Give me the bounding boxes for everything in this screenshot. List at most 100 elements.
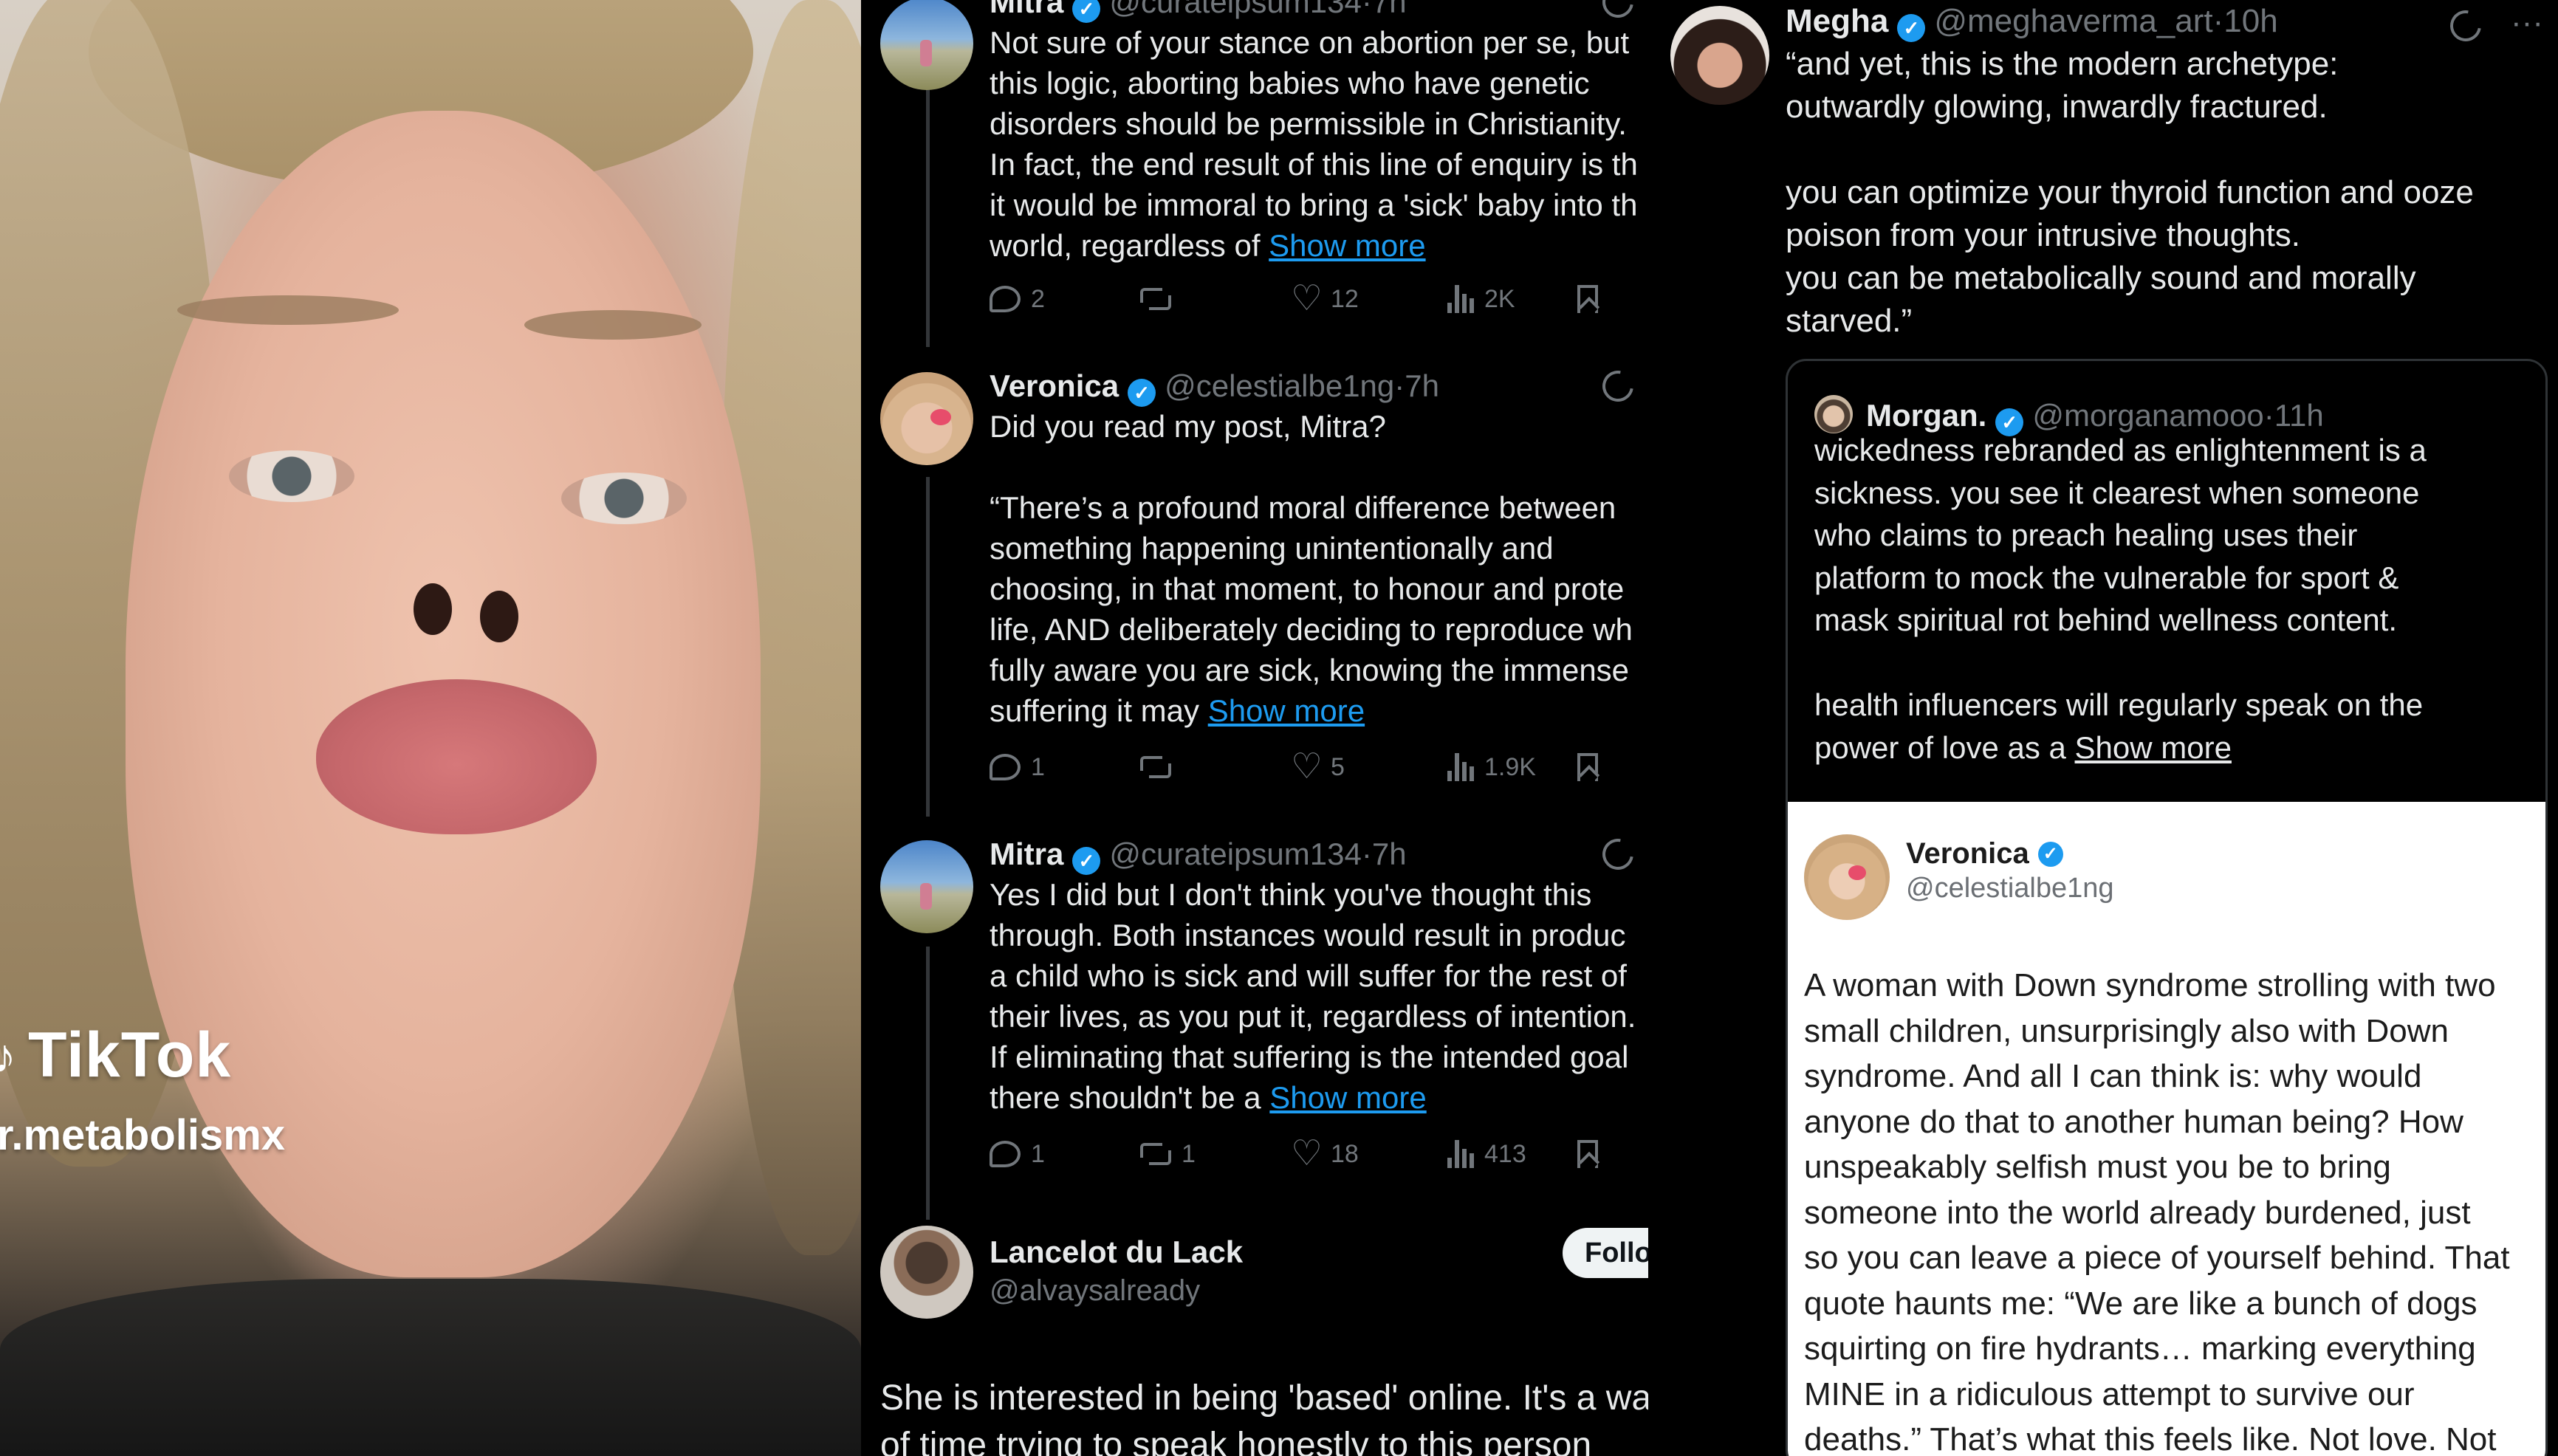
eyebrow (524, 310, 702, 340)
thread-connector (926, 947, 930, 1220)
author-name[interactable]: Mitra (990, 0, 1063, 22)
bookmark-icon (1577, 753, 1598, 781)
avatar[interactable] (880, 1226, 973, 1319)
reply-thread: Mitra ✓ @curateipsum134 · 7h Not sure of… (861, 0, 1648, 1456)
reply-icon (990, 1141, 1021, 1167)
verified-icon: ✓ (1897, 14, 1926, 42)
show-more-link[interactable]: Show more (1269, 1080, 1426, 1115)
like-button[interactable]: ♡ 18 (1291, 1136, 1359, 1172)
like-icon: ♡ (1291, 747, 1323, 786)
nose (480, 591, 518, 642)
thread-connector (926, 477, 930, 817)
tweet-text: Not sure of your stance on abortion per … (990, 25, 1638, 263)
repost-icon (1140, 288, 1171, 310)
reply-button[interactable]: 2 (990, 285, 1045, 314)
tweet-actions: 1 ♡ 5 1.9K (990, 749, 1648, 786)
tiktok-username: r.metabolismx (0, 1111, 286, 1159)
eye (229, 450, 354, 502)
view-count: 1.9K (1484, 752, 1536, 781)
avatar[interactable] (1670, 6, 1769, 105)
views-button[interactable]: 2K (1447, 285, 1515, 314)
timestamp[interactable]: 7h (1372, 834, 1407, 874)
eyebrow (177, 295, 399, 325)
embedded-screenshot: Veronica ✓ @celestialbe1ng A woman with … (1788, 802, 2545, 1456)
author-name[interactable]: Megha (1786, 0, 1888, 43)
author-name[interactable]: Lancelot du Lack (990, 1233, 1243, 1271)
quoted-tweet[interactable]: Morgan. ✓ @morganamooo · 11h wickedness … (1786, 359, 2548, 1456)
views-button[interactable]: 413 (1447, 1140, 1526, 1169)
shirt (0, 1279, 861, 1456)
author-handle[interactable]: @meghaverma_art (1934, 0, 2212, 43)
verified-icon: ✓ (2037, 841, 2063, 867)
verified-icon: ✓ (1072, 847, 1101, 875)
author-name[interactable]: Mitra (990, 834, 1063, 874)
tweet-header: Megha ✓ @meghaverma_art · 10h (1786, 0, 2278, 43)
lips (316, 679, 597, 834)
more-icon[interactable]: ··· (2511, 4, 2543, 41)
show-more-link[interactable]: Show more (1269, 228, 1425, 263)
eye (561, 473, 687, 524)
bookmark-button[interactable] (1577, 753, 1598, 781)
bookmark-button[interactable] (1577, 285, 1598, 313)
show-more-link[interactable]: Show more (1208, 693, 1365, 728)
author-name-text: Veronica (1906, 837, 2029, 870)
dot-separator: · (1394, 368, 1405, 403)
repost-button[interactable]: 1 (1140, 1140, 1196, 1169)
like-button[interactable]: ♡ 12 (1291, 279, 1359, 318)
show-more-link[interactable]: Show more (2075, 730, 2232, 765)
bookmark-icon (1577, 1140, 1598, 1168)
reply-button[interactable]: 1 (990, 1140, 1045, 1169)
reply-count: 2 (1031, 284, 1045, 313)
author-handle: @celestialbe1ng (1906, 873, 2114, 904)
dot-separator: · (1361, 0, 1372, 19)
like-count: 18 (1331, 1139, 1359, 1168)
repost-button[interactable] (1140, 756, 1182, 778)
reply-icon (990, 754, 1021, 780)
author-handle[interactable]: @alvaysalready (990, 1271, 1243, 1310)
user-card[interactable]: Lancelot du Lack @alvaysalready (990, 1233, 1243, 1310)
tiktok-video-frame: ♪ TikTok r.metabolismx (0, 0, 861, 1456)
tiktok-logo-icon: ♪ (0, 1029, 16, 1082)
like-button[interactable]: ♡ 5 (1291, 747, 1345, 786)
tiktok-watermark: ♪ TikTok (0, 1019, 231, 1092)
like-count: 12 (1331, 284, 1359, 313)
bookmark-button[interactable] (1577, 1140, 1598, 1168)
dot-separator: · (2212, 3, 2224, 39)
quote-tweet-view: Megha ✓ @meghaverma_art · 10h ··· “and y… (1648, 0, 2558, 1456)
repost-button[interactable] (1140, 288, 1182, 310)
author-handle[interactable]: @curateipsum134 (1109, 0, 1361, 22)
timestamp[interactable]: 10h (2223, 0, 2277, 43)
reply-count: 1 (1031, 752, 1045, 781)
verified-icon: ✓ (1072, 0, 1101, 23)
grok-icon[interactable] (2444, 4, 2488, 48)
views-button[interactable]: 1.9K (1447, 753, 1536, 782)
views-icon (1447, 753, 1474, 781)
author-handle[interactable]: @curateipsum134 (1109, 834, 1361, 874)
avatar (1804, 834, 1890, 920)
tweet-text: Did you read my post, Mitra? “There’s a … (990, 409, 1633, 728)
repost-count: 1 (1182, 1139, 1196, 1168)
reply-button[interactable]: 1 (990, 753, 1045, 782)
avatar (1814, 395, 1853, 433)
timestamp[interactable]: 7h (1372, 0, 1407, 22)
quoted-tweet-text: wickedness rebranded as enlightenment is… (1814, 433, 2427, 765)
avatar[interactable] (880, 372, 973, 465)
tweet-menu: ··· (2444, 4, 2543, 48)
bookmark-icon (1577, 285, 1598, 313)
follow-button[interactable]: Follo (1563, 1228, 1648, 1278)
author-name[interactable]: Veronica (990, 366, 1119, 406)
tweet-text: She is interested in being 'based' onlin… (880, 1378, 1648, 1456)
view-count: 413 (1484, 1139, 1526, 1168)
author-handle[interactable]: @celestialbe1ng (1165, 366, 1394, 406)
tweet-text: Yes I did but I don't think you've thoug… (990, 877, 1636, 1115)
avatar[interactable] (880, 0, 973, 90)
tiktok-brand: TikTok (28, 1020, 232, 1091)
avatar[interactable] (880, 840, 973, 933)
like-icon: ♡ (1291, 279, 1323, 318)
view-count: 2K (1484, 284, 1515, 313)
verified-icon: ✓ (1128, 379, 1156, 407)
nose (414, 583, 452, 635)
tweet-actions: 1 1 ♡ 18 413 (990, 1136, 1648, 1172)
reply-count: 1 (1031, 1139, 1045, 1168)
timestamp[interactable]: 7h (1405, 366, 1439, 406)
